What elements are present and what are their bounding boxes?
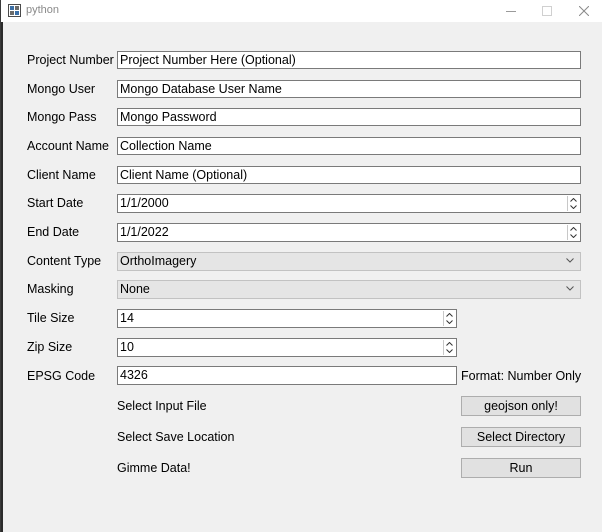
step-down-icon[interactable]	[444, 319, 455, 327]
zip-size-stepper[interactable]	[443, 340, 455, 355]
end-date-stepper[interactable]	[567, 225, 579, 240]
maximize-button[interactable]	[529, 0, 565, 22]
window-title: python	[26, 4, 60, 16]
mongo-pass-input[interactable]: Mongo Password	[117, 108, 581, 126]
mongo-user-label: Mongo User	[27, 82, 96, 96]
select-directory-button[interactable]: Select Directory	[461, 427, 581, 447]
tile-size-value: 14	[120, 311, 134, 325]
step-down-icon[interactable]	[568, 233, 579, 241]
select-save-location-label: Select Save Location	[117, 430, 235, 444]
content-type-value: OrthoImagery	[120, 254, 197, 268]
epsg-code-input[interactable]: 4326	[117, 366, 457, 385]
close-icon	[579, 6, 589, 16]
app-window: python Project Number Project Number Her…	[0, 0, 602, 532]
project-number-input[interactable]: Project Number Here (Optional)	[117, 51, 581, 69]
epsg-format-hint: Format: Number Only	[461, 369, 582, 383]
content-type-label: Content Type	[27, 254, 102, 268]
account-name-label: Account Name	[27, 139, 109, 153]
background-strip	[1, 22, 3, 532]
start-date-stepper[interactable]	[567, 196, 579, 211]
minimize-icon	[506, 11, 516, 12]
masking-value: None	[120, 282, 150, 296]
tile-size-stepper[interactable]	[443, 311, 455, 326]
tile-size-label: Tile Size	[27, 311, 75, 325]
step-down-icon[interactable]	[568, 204, 579, 212]
client-name-input[interactable]: Client Name (Optional)	[117, 166, 581, 184]
geojson-only-button[interactable]: geojson only!	[461, 396, 581, 416]
account-name-input[interactable]: Collection Name	[117, 137, 581, 155]
tile-size-spinbox[interactable]: 14	[117, 309, 457, 328]
start-date-label: Start Date	[27, 196, 84, 210]
step-up-icon[interactable]	[444, 340, 455, 348]
step-up-icon[interactable]	[568, 196, 579, 204]
end-date-value: 1/1/2022	[120, 225, 169, 239]
project-number-label: Project Number	[27, 53, 114, 67]
minimize-button[interactable]	[493, 0, 529, 22]
epsg-code-label: EPSG Code	[27, 369, 96, 383]
close-button[interactable]	[566, 0, 602, 22]
title-bar[interactable]: python	[1, 0, 602, 22]
masking-label: Masking	[27, 282, 74, 296]
end-date-spinbox[interactable]: 1/1/2022	[117, 223, 581, 242]
client-name-label: Client Name	[27, 168, 96, 182]
end-date-label: End Date	[27, 225, 80, 239]
zip-size-spinbox[interactable]: 10	[117, 338, 457, 357]
run-button[interactable]: Run	[461, 458, 581, 478]
mongo-pass-label: Mongo Pass	[27, 110, 97, 124]
maximize-icon	[542, 6, 552, 16]
masking-dropdown[interactable]: None	[117, 280, 581, 299]
python-app-icon	[8, 4, 21, 17]
start-date-value: 1/1/2000	[120, 196, 169, 210]
step-up-icon[interactable]	[568, 225, 579, 233]
step-up-icon[interactable]	[444, 311, 455, 319]
zip-size-value: 10	[120, 340, 134, 354]
gimme-data-label: Gimme Data!	[117, 461, 191, 475]
step-down-icon[interactable]	[444, 348, 455, 356]
zip-size-label: Zip Size	[27, 340, 73, 354]
content-type-dropdown[interactable]: OrthoImagery	[117, 252, 581, 271]
chevron-down-icon	[566, 286, 574, 291]
start-date-spinbox[interactable]: 1/1/2000	[117, 194, 581, 213]
chevron-down-icon	[566, 258, 574, 263]
mongo-user-input[interactable]: Mongo Database User Name	[117, 80, 581, 98]
select-input-file-label: Select Input File	[117, 399, 207, 413]
